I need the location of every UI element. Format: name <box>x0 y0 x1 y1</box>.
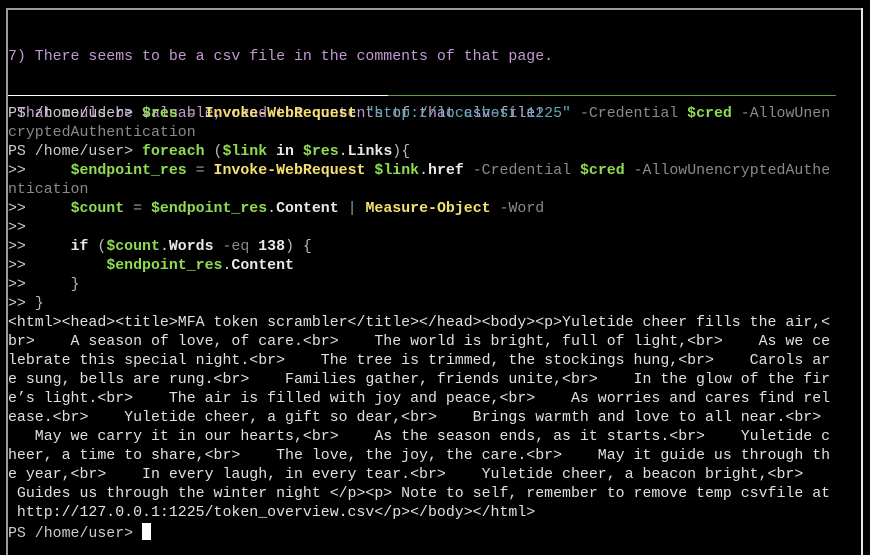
continuation-prompt: >> <box>8 277 26 293</box>
string-literal: "http://localhost:1225" <box>365 106 571 122</box>
shell-prompt: PS /home/user> <box>8 144 143 160</box>
dot: . <box>159 239 169 255</box>
pipe-operator: | <box>338 201 366 217</box>
continuation-line: >> } <box>8 295 838 314</box>
parameter: -AllowUnen <box>740 106 831 122</box>
property: href <box>428 163 464 179</box>
parameter: -Credential <box>472 163 572 179</box>
cmdlet: Invoke-WebRequest <box>213 163 366 179</box>
property: Content <box>276 201 339 217</box>
command-line: PS /home/user> $res = Invoke-WebRequest … <box>8 105 838 124</box>
parameter: -Word <box>499 201 545 217</box>
variable: $cred <box>579 163 625 179</box>
output-line: e’s light.<br> The air is filled with jo… <box>8 391 831 407</box>
parameter: ntication <box>8 182 89 198</box>
command-line-wrap: cryptedAuthentication <box>8 124 838 143</box>
output-line: lebrate this special night.<br> The tree… <box>8 353 831 369</box>
variable: $endpoint_res <box>151 201 268 217</box>
current-prompt-line[interactable]: PS /home/user> <box>8 523 838 542</box>
dot: . <box>338 144 348 160</box>
property: Links <box>347 144 393 160</box>
shell-prompt: PS /home/user> <box>8 106 143 122</box>
parameter: cryptedAuthentication <box>8 125 196 141</box>
output-line: e year,<br> In every laugh, in every tea… <box>8 467 804 483</box>
continuation-prompt: >> <box>8 258 26 274</box>
brace: } <box>34 296 44 312</box>
paren: ( <box>204 144 223 160</box>
keyword-in: in <box>267 144 303 160</box>
paren: ( <box>88 239 107 255</box>
continuation-line: >> $endpoint_res.Content <box>8 257 838 276</box>
text-cursor <box>142 523 152 540</box>
keyword: foreach <box>142 144 205 160</box>
output-line: <html><head><title>MFA token scrambler</… <box>8 315 831 331</box>
operator: -eq <box>222 239 250 255</box>
continuation-prompt: >> <box>8 201 26 217</box>
property: Words <box>168 239 214 255</box>
operator: = <box>186 163 214 179</box>
operator: = <box>177 106 205 122</box>
continuation-prompt: >> <box>8 163 26 179</box>
dot: . <box>419 163 429 179</box>
output-line: Guides us through the winter night </p><… <box>8 486 831 502</box>
command-line-wrap: ntication <box>8 181 838 200</box>
parameter: -AllowUnencryptedAuthe <box>633 163 831 179</box>
property: Content <box>231 258 294 274</box>
continuation-line: >> if ($count.Words -eq 138) { <box>8 238 838 257</box>
output-line: br> A season of love, of care.<br> The w… <box>8 334 831 350</box>
continuation-prompt: >> <box>8 239 26 255</box>
shell-prompt: PS /home/user> <box>8 526 143 542</box>
variable: $res <box>302 144 339 160</box>
cmdlet: Measure-Object <box>365 201 491 217</box>
output-line: ease.<br> Yuletide cheer, a gift so dear… <box>8 410 822 426</box>
output-line: heer, a time to share,<br> The love, the… <box>8 448 831 464</box>
variable: $endpoint_res <box>70 163 187 179</box>
continuation-line: >> <box>8 219 838 238</box>
continuation-prompt: >> <box>8 220 26 236</box>
variable: $link <box>222 144 268 160</box>
command-output: <html><head><title>MFA token scrambler</… <box>8 314 838 523</box>
variable: $res <box>142 106 178 122</box>
number-literal: 138 <box>258 239 286 255</box>
continuation-line: >> $endpoint_res = Invoke-WebRequest $li… <box>8 162 838 181</box>
operator: = <box>124 201 151 217</box>
dot: . <box>267 201 277 217</box>
paren: ) { <box>285 239 312 255</box>
continuation-line: >> $count = $endpoint_res.Content | Meas… <box>8 200 838 219</box>
brace: } <box>70 277 80 293</box>
instruction-line: 7) There seems to be a csv file in the c… <box>8 49 554 65</box>
variable: $endpoint_res <box>106 258 223 274</box>
terminal-output[interactable]: PS /home/user> $res = Invoke-WebRequest … <box>8 105 838 542</box>
variable: $link <box>374 163 420 179</box>
continuation-prompt: >> <box>8 296 26 312</box>
variable: $count <box>106 239 160 255</box>
pane-divider[interactable] <box>8 95 388 96</box>
paren: ){ <box>392 144 411 160</box>
output-line: e sung, bells are rung.<br> Families gat… <box>8 372 831 388</box>
variable: $count <box>70 201 125 217</box>
keyword: if <box>70 239 89 255</box>
cmdlet: Invoke-WebRequest <box>204 106 357 122</box>
pane-border-right <box>861 8 863 555</box>
variable: $cred <box>687 106 732 122</box>
command-line: PS /home/user> foreach ($link in $res.Li… <box>8 143 838 162</box>
output-line: http://127.0.0.1:1225/token_overview.csv… <box>8 505 536 521</box>
continuation-line: >> } <box>8 276 838 295</box>
output-line: May we carry it in our hearts,<br> As th… <box>8 429 831 445</box>
parameter: -Credential <box>579 106 679 122</box>
pane-divider-active[interactable] <box>388 95 836 96</box>
